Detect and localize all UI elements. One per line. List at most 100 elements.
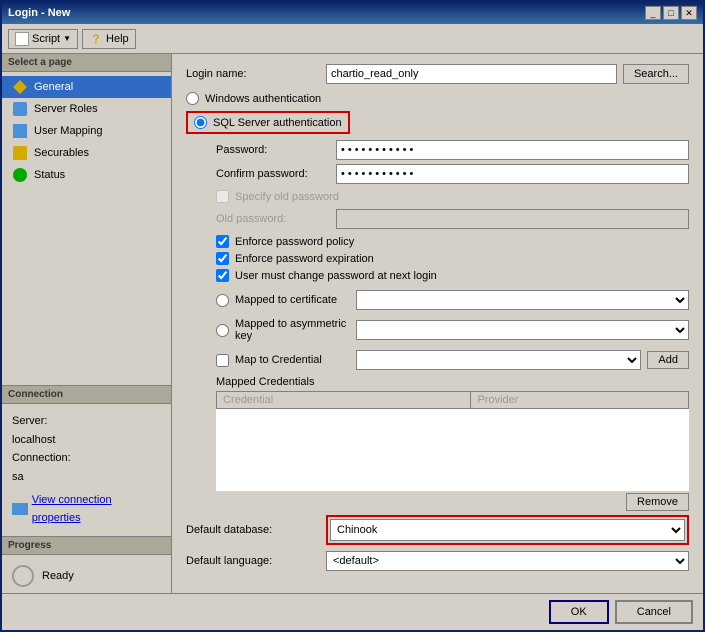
windows-auth-radio[interactable]: Windows authentication	[186, 90, 689, 107]
title-bar: Login - New _ □ ✕	[2, 2, 703, 24]
mapped-cert-radio[interactable]: Mapped to certificate	[216, 292, 356, 309]
credentials-table: Credential Provider	[216, 391, 689, 491]
login-name-label: Login name:	[186, 68, 326, 80]
close-button[interactable]: ✕	[681, 6, 697, 20]
enforce-policy-checkbox[interactable]	[216, 235, 229, 248]
sql-auth-radio[interactable]: SQL Server authentication	[186, 111, 350, 134]
mapped-cert-row: Mapped to certificate	[216, 290, 689, 310]
mapped-asym-row: Mapped to asymmetric key	[216, 316, 689, 344]
maximize-button[interactable]: □	[663, 6, 679, 20]
search-button[interactable]: Search...	[623, 64, 689, 84]
connection-section: Connection Server: localhost Connection:…	[2, 385, 171, 536]
help-button[interactable]: ? Help	[82, 29, 136, 49]
password-row: Password:	[216, 140, 689, 160]
user-mapping-icon	[12, 123, 28, 139]
user-must-change-label: User must change password at next login	[235, 270, 437, 282]
credential-select[interactable]	[356, 350, 641, 370]
sidebar-item-general-label: General	[34, 81, 73, 93]
windows-auth-group: Windows authentication	[186, 90, 689, 107]
server-label-text: Server:	[12, 412, 161, 431]
map-credential-checkbox[interactable]	[216, 354, 229, 367]
sidebar-item-securables[interactable]: Securables	[2, 142, 171, 164]
login-name-input[interactable]	[326, 64, 617, 84]
main-area: Select a page General Server Roles User …	[2, 54, 703, 593]
old-password-label: Old password:	[216, 213, 336, 225]
connection-link-label: View connection properties	[32, 491, 161, 528]
sidebar-item-user-mapping-label: User Mapping	[34, 125, 102, 137]
user-must-change-row: User must change password at next login	[216, 267, 689, 284]
enforce-expiration-label: Enforce password expiration	[235, 253, 374, 265]
connection-value: sa	[12, 468, 161, 487]
sidebar-items: General Server Roles User Mapping Secura…	[2, 72, 171, 385]
default-lang-select[interactable]: <default> English	[326, 551, 689, 571]
sidebar-item-securables-label: Securables	[34, 147, 89, 159]
securables-icon	[12, 145, 28, 161]
toolbar: Script ▼ ? Help	[2, 24, 703, 54]
specify-old-radio: Specify old password	[216, 188, 339, 205]
sidebar-item-status[interactable]: Status	[2, 164, 171, 186]
credential-col-header: Credential	[217, 392, 471, 409]
default-db-label: Default database:	[186, 524, 326, 536]
bottom-bar: OK Cancel	[2, 593, 703, 630]
ok-button[interactable]: OK	[549, 600, 609, 624]
provider-col-header: Provider	[471, 392, 689, 409]
specify-old-row: Specify old password	[216, 188, 689, 205]
confirm-password-input[interactable]	[336, 164, 689, 184]
map-credential-row: Map to Credential Add	[216, 350, 689, 370]
mapped-credentials-label: Mapped Credentials	[216, 376, 689, 388]
help-label: Help	[106, 33, 129, 45]
script-icon	[15, 32, 29, 46]
progress-spinner	[12, 565, 34, 587]
link-icon	[12, 503, 28, 515]
script-button[interactable]: Script ▼	[8, 29, 78, 49]
password-input[interactable]	[336, 140, 689, 160]
map-credential-label: Map to Credential	[235, 354, 322, 366]
login-window: Login - New _ □ ✕ Script ▼ ? Help Select…	[0, 0, 705, 632]
sidebar-item-general[interactable]: General	[2, 76, 171, 98]
mapped-cert-select[interactable]	[356, 290, 689, 310]
confirm-password-label: Confirm password:	[216, 168, 336, 180]
password-label: Password:	[216, 144, 336, 156]
mapped-cert-radio-input[interactable]	[216, 294, 229, 307]
remove-btn-row: Remove	[216, 493, 689, 511]
server-value: localhost	[12, 431, 161, 450]
sql-auth-row: SQL Server authentication	[186, 111, 689, 134]
sidebar-item-server-roles[interactable]: Server Roles	[2, 98, 171, 120]
enforce-expiration-checkbox[interactable]	[216, 252, 229, 265]
enforce-policy-row: Enforce password policy	[216, 233, 689, 250]
window-title: Login - New	[8, 7, 70, 19]
sql-auth-radio-input[interactable]	[194, 116, 207, 129]
default-db-highlighted: Chinook master msdb tempdb	[326, 515, 689, 545]
view-connection-link[interactable]: View connection properties	[12, 491, 161, 528]
add-button[interactable]: Add	[647, 351, 689, 369]
mapped-asym-label: Mapped to asymmetric key	[235, 318, 356, 342]
default-lang-row: Default language: <default> English	[186, 551, 689, 571]
server-roles-icon	[12, 101, 28, 117]
cancel-button[interactable]: Cancel	[615, 600, 693, 624]
progress-section: Progress Ready	[2, 536, 171, 593]
windows-auth-radio-input[interactable]	[186, 92, 199, 105]
windows-auth-label: Windows authentication	[205, 93, 321, 105]
sidebar-item-user-mapping[interactable]: User Mapping	[2, 120, 171, 142]
connection-info: Server: localhost Connection: sa View co…	[2, 408, 171, 532]
help-icon: ?	[89, 32, 103, 46]
mapped-asym-select[interactable]	[356, 320, 689, 340]
progress-label: Progress	[2, 537, 171, 555]
sidebar-item-status-label: Status	[34, 169, 65, 181]
select-page-label: Select a page	[2, 54, 171, 72]
map-credential-check[interactable]: Map to Credential	[216, 352, 356, 369]
default-db-select[interactable]: Chinook master msdb tempdb	[330, 519, 685, 541]
mapped-asym-radio[interactable]: Mapped to asymmetric key	[216, 316, 356, 344]
remove-button[interactable]: Remove	[626, 493, 689, 511]
general-icon	[12, 79, 28, 95]
content-area: Login name: Search... Windows authentica…	[172, 54, 703, 593]
old-password-input	[336, 209, 689, 229]
minimize-button[interactable]: _	[645, 6, 661, 20]
sidebar: Select a page General Server Roles User …	[2, 54, 172, 593]
login-name-row: Login name: Search...	[186, 64, 689, 84]
mapped-asym-radio-input[interactable]	[216, 324, 229, 337]
mapped-cert-label: Mapped to certificate	[235, 294, 337, 306]
progress-content: Ready	[2, 559, 171, 593]
user-must-change-checkbox[interactable]	[216, 269, 229, 282]
progress-status: Ready	[42, 570, 74, 582]
